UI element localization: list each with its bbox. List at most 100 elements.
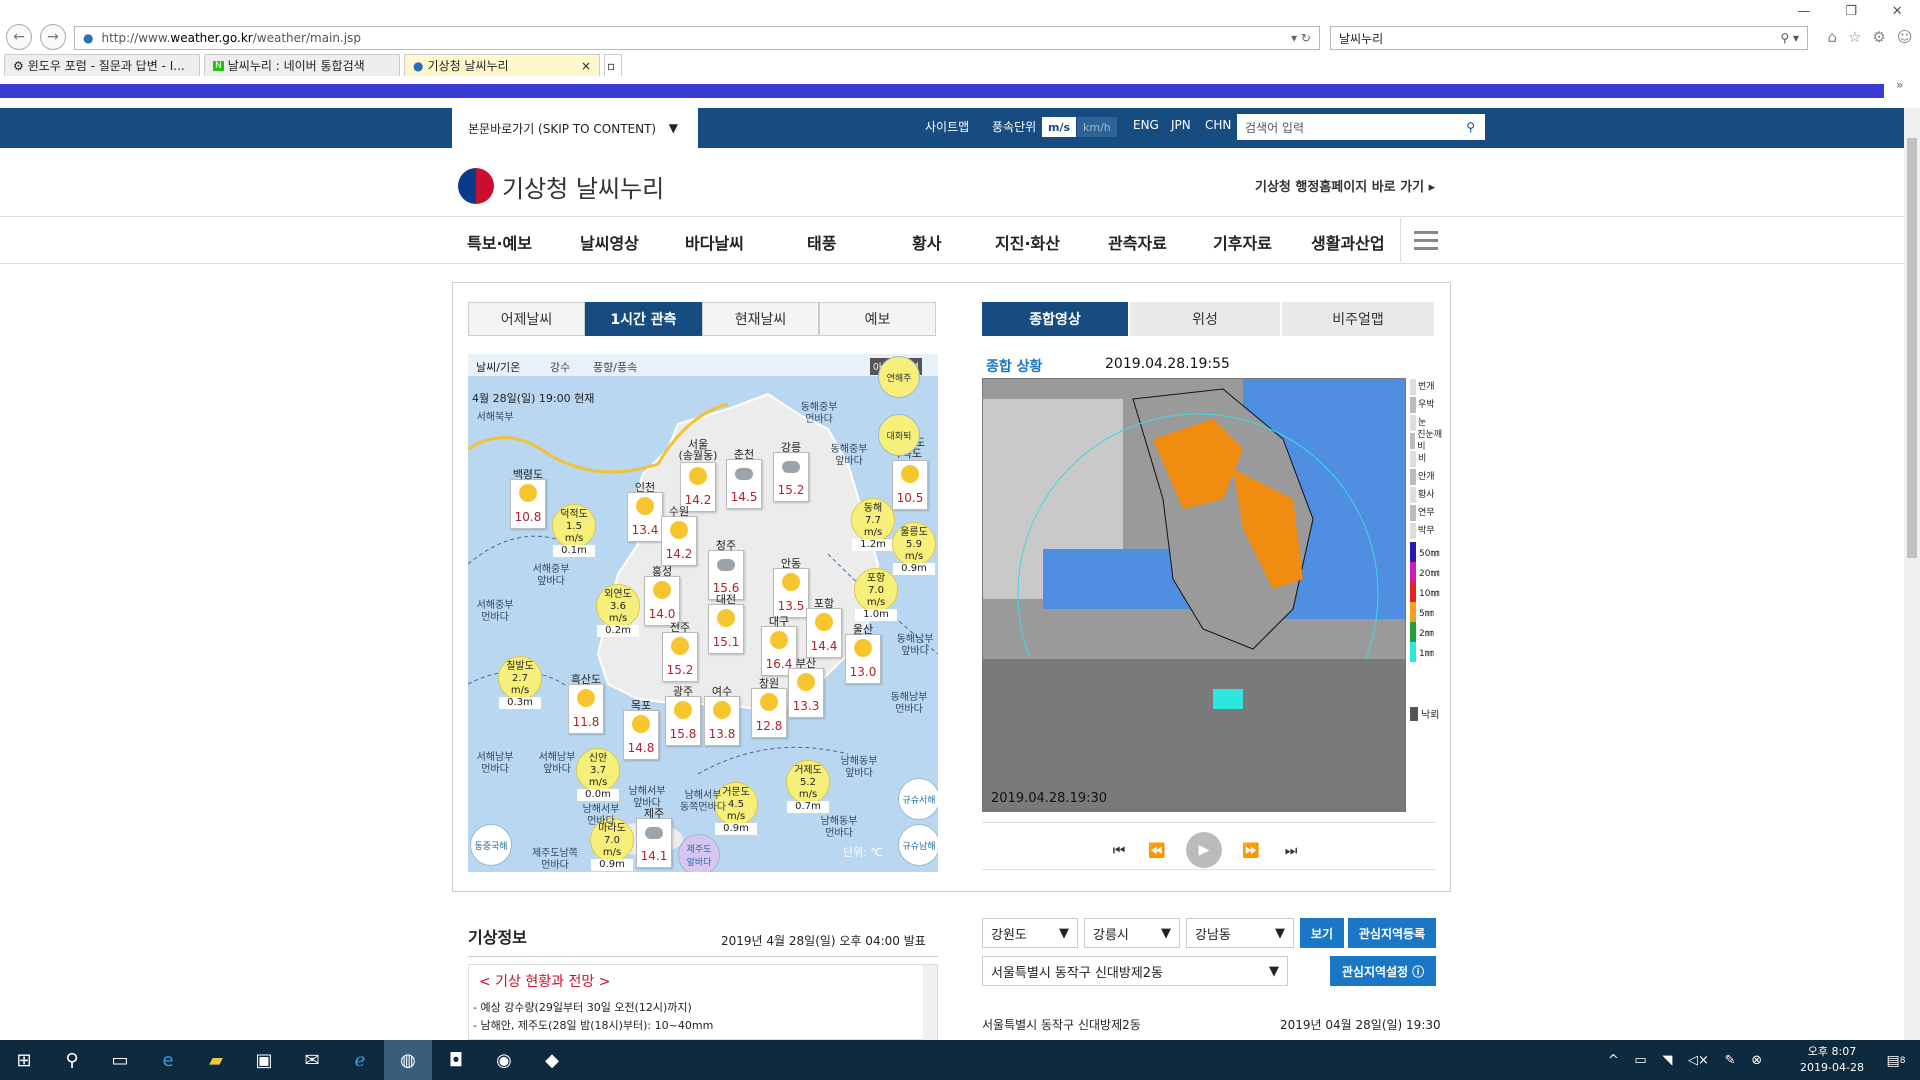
- tab-kma[interactable]: ● 기상청 날씨누리 ×: [404, 54, 600, 76]
- minimize-icon[interactable]: —: [1797, 4, 1810, 22]
- subtab-wind[interactable]: 풍향/풍속: [593, 359, 637, 375]
- task-view-icon[interactable]: ▭: [96, 1040, 144, 1080]
- city-mokpo[interactable]: 목포 14.8: [623, 699, 659, 760]
- region-circle[interactable]: 제주도 앞바다: [678, 834, 720, 872]
- app-icon[interactable]: ◆: [528, 1040, 576, 1080]
- search-icon[interactable]: ⚲: [48, 1040, 96, 1080]
- chevron-up-icon[interactable]: ^: [1608, 1053, 1619, 1068]
- volume-icon[interactable]: ◁×: [1688, 1053, 1709, 1068]
- tab-close-icon[interactable]: ×: [581, 59, 591, 73]
- admin-homepage-link[interactable]: 기상청 행정홈페이지 바로 가기 ▸: [1255, 176, 1435, 195]
- last-frame-icon[interactable]: ⏭: [1278, 838, 1304, 864]
- tab-satellite[interactable]: 위성: [1130, 302, 1282, 336]
- tab-visual-map[interactable]: 비주얼맵: [1282, 302, 1436, 336]
- fast-forward-icon[interactable]: ⏩: [1238, 838, 1264, 864]
- buoy-chilbaldo[interactable]: 칠발도 2.7 m/s 0.3m: [498, 656, 542, 709]
- select-dong[interactable]: 강남동 ▼: [1186, 918, 1294, 948]
- pen-icon[interactable]: ✎: [1725, 1053, 1736, 1068]
- settings-gear-icon[interactable]: ⚙: [1872, 28, 1885, 48]
- buoy-deokjeokdo[interactable]: 덕적도 1.5 m/s 0.1m: [552, 504, 596, 557]
- play-icon[interactable]: ▶: [1186, 832, 1222, 868]
- city-jeju[interactable]: 제주 14.1: [636, 807, 672, 868]
- city-yeosu[interactable]: 여수 13.8: [704, 685, 740, 746]
- new-tab-icon[interactable]: ▫: [604, 54, 622, 76]
- current-region-select[interactable]: 서울특별시 동작구 신대방제2동 ▼: [982, 956, 1288, 986]
- ime-icon[interactable]: ⊗: [1751, 1053, 1762, 1068]
- nav-earthquake[interactable]: 지진·화산: [995, 230, 1060, 254]
- page-scrollbar[interactable]: [1904, 108, 1920, 1040]
- info-scrollbar[interactable]: [923, 965, 937, 1041]
- lang-jpn-link[interactable]: JPN: [1171, 118, 1191, 132]
- region-settings-button[interactable]: 관심지역설정 ⓘ: [1330, 956, 1436, 986]
- windows-start-icon[interactable]: ⊞: [0, 1040, 48, 1080]
- forward-icon[interactable]: →: [40, 24, 66, 50]
- subtab-weather-temp[interactable]: 날씨/기온: [476, 359, 520, 375]
- nav-forecast[interactable]: 특보·예보: [467, 230, 532, 254]
- city-jeonju[interactable]: 전주 15.2: [662, 621, 698, 682]
- nav-marine[interactable]: 바다날씨: [685, 230, 744, 254]
- menu-hamburger-icon[interactable]: [1400, 218, 1450, 262]
- city-changwon[interactable]: 창원 12.8: [751, 677, 787, 738]
- tab-composite[interactable]: 종합영상: [982, 302, 1130, 336]
- sitemap-link[interactable]: 사이트맵: [925, 118, 969, 135]
- tab-forum[interactable]: ⚙ 윈도우 포럼 - 질문과 답변 - I...: [4, 54, 200, 76]
- city-suwon[interactable]: 수원 14.2: [661, 505, 697, 566]
- region-circle[interactable]: 대화퇴: [878, 414, 920, 456]
- app-qb-icon[interactable]: ◍: [384, 1040, 432, 1080]
- tab-yesterday[interactable]: 어제날씨: [468, 302, 585, 336]
- mail-icon[interactable]: ✉: [288, 1040, 336, 1080]
- site-search-input[interactable]: 검색어 입력 ⚲: [1237, 114, 1485, 140]
- smiley-icon[interactable]: ☺: [1897, 28, 1913, 48]
- city-daejeon[interactable]: 대전 15.1: [708, 593, 744, 654]
- city-gangneung[interactable]: 강릉 15.2: [773, 441, 809, 502]
- address-bar[interactable]: ● http://www. weather.go.kr/weather/main.…: [74, 26, 1320, 50]
- camera-icon[interactable]: ◉: [480, 1040, 528, 1080]
- nav-typhoon[interactable]: 태풍: [807, 230, 836, 254]
- site-logo[interactable]: 기상청 날씨누리: [458, 166, 678, 206]
- buoy-ulleungdo[interactable]: 울릉도 5.9 m/s 0.9m: [892, 522, 936, 575]
- lang-chn-link[interactable]: CHN: [1205, 118, 1231, 132]
- skip-to-content[interactable]: 본문바로가기 (SKIP TO CONTENT) ▼: [452, 108, 698, 148]
- home-icon[interactable]: ⌂: [1827, 28, 1837, 48]
- battery-icon[interactable]: ▭: [1634, 1053, 1646, 1068]
- chevron-right-icon[interactable]: »: [1896, 78, 1903, 92]
- view-button[interactable]: 보기: [1300, 918, 1344, 948]
- back-icon[interactable]: ←: [6, 24, 32, 50]
- file-explorer-icon[interactable]: ▰: [192, 1040, 240, 1080]
- buoy-oeyeondo[interactable]: 외연도 3.6 m/s 0.2m: [596, 584, 640, 637]
- buoy-geojedo[interactable]: 거제도 5.2 m/s 0.7m: [786, 760, 830, 813]
- tab-forecast[interactable]: 예보: [819, 302, 936, 336]
- tab-hourly-obs[interactable]: 1시간 관측: [585, 302, 702, 336]
- city-busan[interactable]: 부산 13.3: [788, 657, 824, 718]
- restore-icon[interactable]: ❐: [1845, 4, 1857, 22]
- scrollbar-thumb[interactable]: [1907, 138, 1917, 558]
- region-circle[interactable]: 규슈서해: [898, 778, 938, 820]
- region-circle[interactable]: 연해주: [878, 356, 920, 398]
- select-province[interactable]: 강원도 ▼: [982, 918, 1078, 948]
- unit-kmh-button[interactable]: km/h: [1077, 117, 1117, 137]
- store-icon[interactable]: ▣: [240, 1040, 288, 1080]
- buoy-donghae[interactable]: 동해 7.7 m/s 1.2m: [851, 498, 895, 551]
- internet-explorer-icon[interactable]: ℯ: [336, 1040, 384, 1080]
- city-heuksando[interactable]: 흑산도 11.8: [568, 673, 604, 734]
- tab-naver[interactable]: N 날씨누리 : 네이버 통합검색: [204, 54, 400, 76]
- nav-observation[interactable]: 관측자료: [1108, 230, 1167, 254]
- city-baengnyeongdo[interactable]: 백령도 10.8: [510, 468, 546, 529]
- network-icon[interactable]: ◥: [1662, 1053, 1672, 1068]
- search-icon[interactable]: ⚲: [1466, 120, 1475, 134]
- close-window-icon[interactable]: ✕: [1892, 4, 1903, 22]
- edge-icon[interactable]: e: [144, 1040, 192, 1080]
- subtab-precip[interactable]: 강수: [550, 359, 570, 375]
- select-city[interactable]: 강릉시 ▼: [1084, 918, 1180, 948]
- favorites-star-icon[interactable]: ☆: [1848, 28, 1861, 48]
- search-icon[interactable]: ⚲ ▾: [1780, 31, 1799, 45]
- tab-current[interactable]: 현재날씨: [702, 302, 819, 336]
- buoy-pohang[interactable]: 포항 7.0 m/s 1.0m: [854, 568, 898, 621]
- notification-center-icon[interactable]: ▤ 8: [1880, 1048, 1912, 1074]
- unit-ms-button[interactable]: m/s: [1042, 117, 1077, 137]
- messenger-icon[interactable]: ◘: [432, 1040, 480, 1080]
- nav-climate[interactable]: 기후자료: [1213, 230, 1272, 254]
- clock[interactable]: 오후 8:07 2019-04-28: [1790, 1044, 1874, 1078]
- city-gwangju[interactable]: 광주 15.8: [665, 685, 701, 746]
- region-circle[interactable]: 동중국해: [470, 824, 512, 866]
